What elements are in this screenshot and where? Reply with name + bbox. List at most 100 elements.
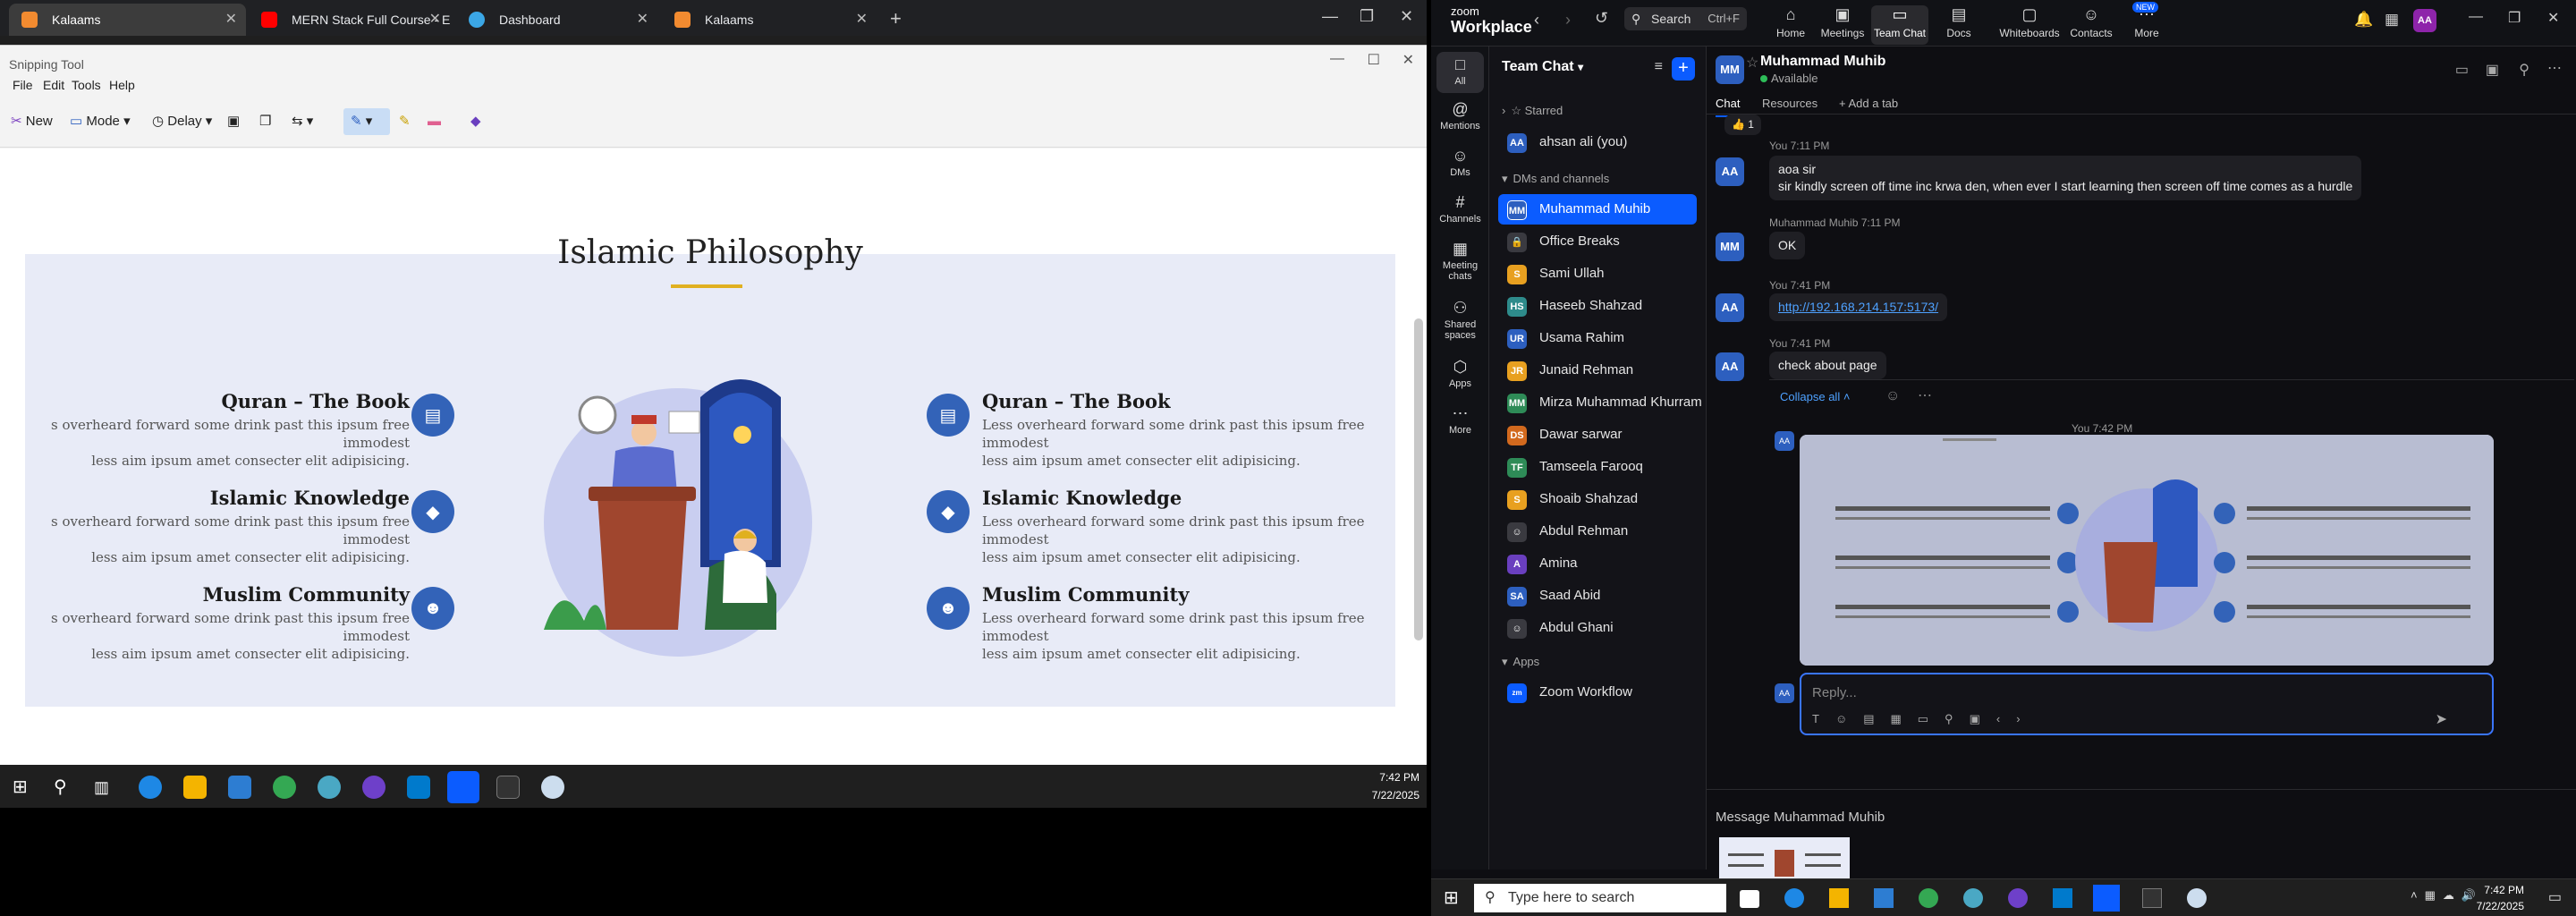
star-icon[interactable]: ☆ xyxy=(1746,54,1758,72)
menu-help[interactable]: Help xyxy=(109,78,135,92)
more-icon[interactable]: ⋯ xyxy=(1918,386,1932,404)
chat-item-junaid-rehman[interactable]: JR Junaid Rehman xyxy=(1498,355,1697,386)
paint-3d-icon[interactable]: ◆ xyxy=(470,108,481,135)
maximize-icon[interactable]: ☐ xyxy=(1368,51,1380,69)
app-icon[interactable] xyxy=(1963,888,1983,908)
rail-apps[interactable]: ⬡ Apps xyxy=(1431,358,1489,389)
chat-item-dawar-sarwar[interactable]: DS Dawar sarwar xyxy=(1498,420,1697,450)
file-explorer-icon[interactable] xyxy=(1829,888,1849,908)
chat-item-abdul-rehman[interactable]: ☺ Abdul Rehman xyxy=(1498,516,1697,547)
video-icon[interactable]: ▭ xyxy=(2455,61,2469,79)
browser-tab-kalaams-1[interactable]: Kalaams ✕ xyxy=(9,4,246,36)
vscode-icon[interactable] xyxy=(407,776,430,799)
chat-item-amina[interactable]: A Amina xyxy=(1498,548,1697,579)
delay-button[interactable]: ◷ Delay ▾ xyxy=(152,108,212,135)
chat-item-office-breaks[interactable]: 🔒 Office Breaks xyxy=(1498,226,1697,257)
nav-docs[interactable]: ▤ Docs xyxy=(1934,5,1984,39)
rail-dms[interactable]: ☺ DMs xyxy=(1431,147,1489,178)
close-window-icon[interactable]: ✕ xyxy=(1400,7,1413,26)
sidebar-title[interactable]: Team Chat ▾ xyxy=(1502,59,1583,75)
screen-share-icon[interactable]: ▣ xyxy=(2486,61,2499,79)
contact-name[interactable]: Muhammad Muhib xyxy=(1760,54,1885,70)
close-tab-icon[interactable]: ✕ xyxy=(637,4,648,36)
nav-meetings[interactable]: ▣ Meetings xyxy=(1818,5,1868,39)
chat-item-mirza-khurram[interactable]: MM Mirza Muhammad Khurram xyxy=(1498,387,1702,418)
browser-tab-dashboard[interactable]: Dashboard ✕ xyxy=(456,4,657,36)
maximize-icon[interactable]: ❐ xyxy=(2508,9,2521,27)
section-apps[interactable]: ▾ Apps xyxy=(1502,655,1539,669)
calendar-icon[interactable]: ▦ xyxy=(2385,11,2399,29)
menu-edit[interactable]: Edit xyxy=(43,78,64,92)
more-icon[interactable]: ⋯ xyxy=(2547,59,2562,77)
copy-icon[interactable]: ❐ xyxy=(259,108,271,135)
close-tab-icon[interactable]: ✕ xyxy=(429,4,441,36)
pasted-image-thumbnail[interactable] xyxy=(1719,837,1850,884)
minimize-icon[interactable]: — xyxy=(1330,51,1344,67)
back-icon[interactable]: ‹ xyxy=(1534,11,1539,30)
close-icon[interactable]: ✕ xyxy=(2547,9,2559,27)
contact-avatar[interactable]: MM xyxy=(1716,55,1744,84)
filter-icon[interactable]: ≡ xyxy=(1655,59,1663,75)
reaction-badge[interactable]: 👍 1 xyxy=(1724,114,1761,135)
tab-add[interactable]: + Add a tab xyxy=(1839,97,1898,110)
message-bubble[interactable]: aoa sir sir kindly screen off time inc k… xyxy=(1769,156,2362,200)
edge-icon[interactable] xyxy=(1784,888,1804,908)
history-icon[interactable]: ↺ xyxy=(1595,9,1608,28)
message-input[interactable]: Message Muhammad Muhib xyxy=(1716,810,1885,825)
mode-button[interactable]: ▭ Mode ▾ xyxy=(70,108,131,135)
edge-icon[interactable] xyxy=(139,776,162,799)
search-icon[interactable]: ⚲ xyxy=(54,776,77,799)
app-icon[interactable] xyxy=(318,776,341,799)
chat-item-sami-ullah[interactable]: S Sami Ullah xyxy=(1498,259,1697,289)
chat-item-muhammad-muhib[interactable]: MM Muhammad Muhib xyxy=(1498,194,1697,225)
reply-box[interactable]: Reply... T☺▤▦▭⚲▣‹› ➤ xyxy=(1800,673,2494,735)
message-bubble[interactable]: check about page xyxy=(1769,352,1886,379)
file-explorer-icon[interactable] xyxy=(183,776,207,799)
forward-icon[interactable]: › xyxy=(1565,11,1571,30)
save-icon[interactable]: ▣ xyxy=(227,108,240,135)
github-icon[interactable] xyxy=(2008,888,2028,908)
rail-shared-spaces[interactable]: ⚇ Shared spaces xyxy=(1431,299,1489,341)
highlighter-icon[interactable]: ✎ xyxy=(399,108,411,135)
rail-channels[interactable]: # Channels xyxy=(1431,193,1489,225)
vertical-scrollbar[interactable] xyxy=(1414,318,1423,640)
nav-team-chat[interactable]: ▭ Team Chat xyxy=(1871,5,1928,45)
new-tab-icon[interactable]: + xyxy=(890,7,902,30)
browser-tab-kalaams-2[interactable]: Kalaams ✕ xyxy=(662,4,877,36)
chat-item-abdul-ghani[interactable]: ☺ Abdul Ghani xyxy=(1498,613,1697,643)
chat-item-haseeb-shahzad[interactable]: HS Haseeb Shahzad xyxy=(1498,291,1697,321)
rail-all[interactable]: □ All xyxy=(1436,52,1484,93)
chrome-icon[interactable] xyxy=(1919,888,1938,908)
snipping-tool-icon[interactable] xyxy=(2187,888,2207,908)
message-bubble[interactable]: OK xyxy=(1769,232,1806,259)
browser-tab-mern[interactable]: MERN Stack Full Course - ECom ✕ xyxy=(249,4,450,36)
search-icon[interactable]: ⚲ xyxy=(2519,61,2529,79)
taskbar-search[interactable]: ⚲ Type here to search xyxy=(1474,884,1726,912)
system-tray-icons[interactable]: ˄▦☁🔊 xyxy=(2411,888,2483,903)
windows-start-icon[interactable]: ⊞ xyxy=(1444,886,1459,909)
nav-whiteboards[interactable]: ▢ Whiteboards xyxy=(1998,5,2061,39)
store-icon[interactable] xyxy=(1874,888,1894,908)
windows-start-icon[interactable]: ⊞ xyxy=(13,776,36,799)
vscode-icon[interactable] xyxy=(2053,888,2072,908)
terminal-icon[interactable] xyxy=(496,776,520,799)
close-tab-icon[interactable]: ✕ xyxy=(856,4,868,36)
maximize-icon[interactable]: ❐ xyxy=(1360,7,1374,26)
menu-tools[interactable]: Tools xyxy=(72,78,101,92)
chat-item-shoaib-shahzad[interactable]: S Shoaib Shahzad xyxy=(1498,484,1697,514)
section-starred[interactable]: › ☆ Starred xyxy=(1502,104,1563,118)
pen-tool-button[interactable]: ✎ ▾ xyxy=(343,108,390,135)
nav-home[interactable]: ⌂ Home xyxy=(1766,5,1816,39)
chat-item-self[interactable]: AA ahsan ali (you) xyxy=(1498,127,1697,157)
eraser-icon[interactable]: ▬ xyxy=(428,108,441,135)
minimize-icon[interactable]: — xyxy=(1322,7,1338,26)
minimize-icon[interactable]: — xyxy=(2469,9,2483,25)
chrome-icon[interactable] xyxy=(273,776,296,799)
chat-item-saad-abid[interactable]: SA Saad Abid xyxy=(1498,581,1697,611)
github-icon[interactable] xyxy=(362,776,386,799)
message-link[interactable]: http://192.168.214.157:5173/ xyxy=(1769,293,1948,321)
task-view-icon[interactable]: ▥ xyxy=(94,776,117,799)
new-snip-button[interactable]: ✂ New xyxy=(11,108,53,135)
section-dms-channels[interactable]: ▾ DMs and channels xyxy=(1502,172,1609,186)
rail-more[interactable]: ⋯ More xyxy=(1431,404,1489,436)
